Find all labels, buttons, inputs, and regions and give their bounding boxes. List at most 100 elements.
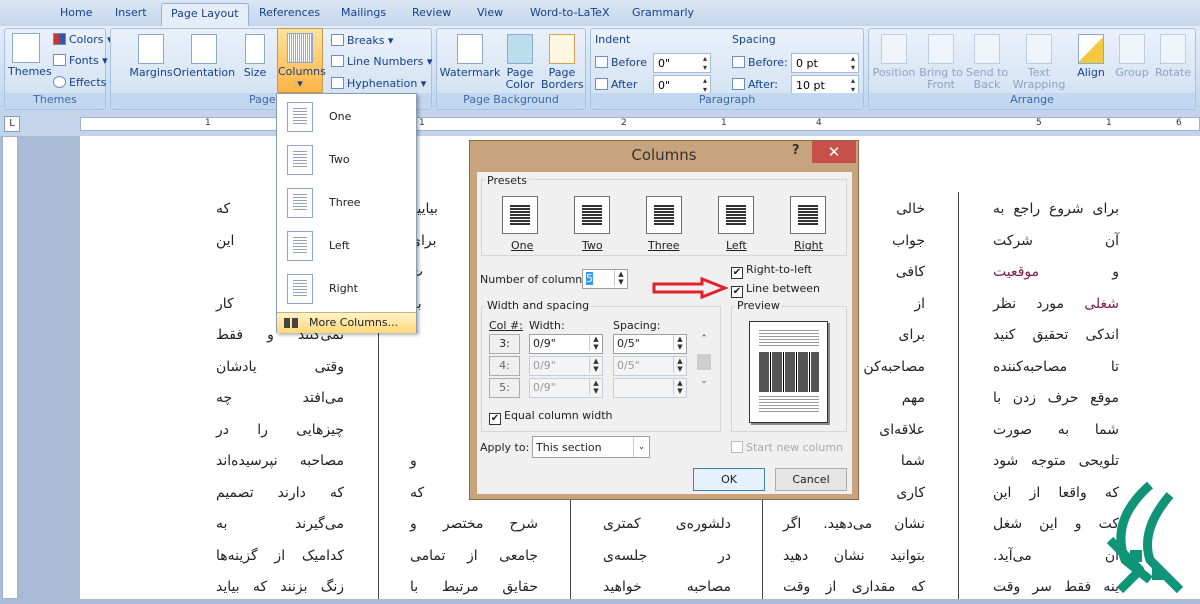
equal-column-width-checkbox[interactable]: ✔ Equal column width [489,409,613,425]
width-input[interactable]: 0/9" ▲ ▼ [529,356,603,376]
effects-button[interactable]: Effects ▾ [53,76,115,89]
rotate-button[interactable]: Rotate [1153,34,1193,79]
spinner-icon[interactable]: ▲ ▼ [589,379,602,395]
page-color-button[interactable]: Page Color [501,34,539,91]
tab-selector[interactable]: L [4,116,20,132]
menu-item-three[interactable]: Three [277,181,416,224]
ribbon-tabs: Home Insert Page Layout References Maili… [0,0,1200,26]
menu-item-two[interactable]: Two [277,138,416,181]
cancel-button[interactable]: Cancel [775,468,847,491]
tab-insert[interactable]: Insert [115,6,147,19]
spinner-icon[interactable]: ▲ ▼ [589,335,602,351]
horizontal-ruler[interactable]: 1 1 2 1 4 5 1 6 [80,117,1200,131]
ruler-mark: 1 [205,118,211,128]
send-to-back-button[interactable]: Send to Back [965,34,1009,91]
chevron-down-icon[interactable]: ⌄ [633,437,649,457]
text-line: جامعی از تمامی [410,547,538,564]
colors-icon [53,33,66,45]
breaks-button[interactable]: Breaks ▾ [331,34,393,47]
orientation-button[interactable]: Orientation [173,34,235,79]
page-borders-icon [549,34,575,64]
position-button[interactable]: Position [871,34,917,79]
tab-home[interactable]: Home [60,6,92,19]
columns-icon [284,318,298,328]
spinner-icon[interactable]: ▲ ▼ [614,270,627,286]
vertical-ruler[interactable] [2,136,18,599]
columns-button[interactable]: Columns ▾ [277,28,326,93]
text-wrapping-button[interactable]: Text Wrapping [1011,34,1067,91]
spacing-after-input[interactable]: 10 pt [791,75,859,95]
apply-to-select[interactable]: This section ⌄ [532,436,650,458]
line-numbers-button[interactable]: Line Numbers ▾ [331,55,432,68]
menu-item-left[interactable]: Left [277,224,416,267]
indent-after-input[interactable]: 0" [653,75,711,95]
spacing-input[interactable]: 0/5" ▲ ▼ [613,356,687,376]
watermark-button[interactable]: Watermark [439,34,501,79]
group-label: Arrange [869,93,1195,109]
group-button[interactable]: Group [1113,34,1151,79]
preset-two[interactable] [574,196,610,234]
size-button[interactable]: Size [239,34,271,79]
red-arrow-annotation [652,277,728,299]
help-button[interactable]: ? [792,143,800,158]
menu-item-one[interactable]: One [277,95,416,138]
preset-label: Three [648,239,680,252]
text-line: دلشوره‌ی کمتری [603,516,731,532]
width-input[interactable]: 0/9" ▲ ▼ [529,334,603,354]
more-columns-menu-item[interactable]: More Columns... [277,312,416,333]
colors-button[interactable]: Colors ▾ [53,33,112,46]
spacing-before-label: Before: [732,56,788,69]
ruler-mark: 6 [1176,118,1182,128]
size-icon [245,34,265,64]
ok-button[interactable]: OK [693,468,765,491]
menu-item-right[interactable]: Right [277,267,416,310]
spinner-icon[interactable]: ▲ ▼ [589,357,602,373]
breaks-icon [331,34,344,46]
indent-left-icon [595,56,608,68]
text-line: شما به صورت [993,421,1119,438]
preset-one[interactable] [502,196,538,234]
width-input[interactable]: 0/9" ▲ ▼ [529,378,603,398]
themes-button[interactable]: Themes [8,33,52,78]
bring-to-front-button[interactable]: Bring to Front [917,34,965,91]
page-borders-button[interactable]: Page Borders [541,34,584,91]
close-button[interactable]: ✕ [812,141,856,163]
tab-review[interactable]: Review [412,6,451,19]
checkmark-icon: ✔ [731,286,743,298]
tab-view[interactable]: View [477,6,503,19]
preset-right[interactable] [790,196,826,234]
tab-mailings[interactable]: Mailings [341,6,386,19]
spacing-before-input[interactable]: 0 pt [791,53,859,73]
left-column-icon [287,231,313,261]
right-column-icon [287,274,313,304]
number-of-columns-input[interactable]: 5 ▲ ▼ [582,269,628,289]
fonts-button[interactable]: Fonts ▾ [53,54,108,67]
text-line: موقع حرف زدن با [993,390,1119,406]
ruler-mark: 1 [419,118,425,128]
margins-button[interactable]: Margins [129,34,173,79]
indent-after-label: After [595,78,637,91]
right-to-left-checkbox[interactable]: ✔ Right-to-left [731,263,812,279]
spacing-input[interactable]: ▲ ▼ [613,378,687,398]
spinner-icon[interactable]: ▲ ▼ [673,357,686,373]
spinner-icon[interactable]: ▲ ▼ [673,335,686,351]
tab-grammarly[interactable]: Grammarly [632,6,694,19]
page-background-group: Watermark Page Color Page Borders Page Bac… [436,28,586,110]
preset-three[interactable] [646,196,682,234]
rows-scrollbar[interactable]: ⌃ ⌄ [697,334,711,398]
spinner-icon[interactable]: ▲ ▼ [673,379,686,395]
spacing-input[interactable]: 0/5" ▲ ▼ [613,334,687,354]
preset-left[interactable] [718,196,754,234]
ruler-mark: 1 [721,118,727,128]
preset-label: Right [794,239,823,252]
tab-references[interactable]: References [259,6,320,19]
line-between-checkbox[interactable]: ✔ Line between [731,282,820,298]
indent-label: Indent [595,33,631,46]
hyphenation-button[interactable]: Hyphenation ▾ [331,77,426,90]
indent-before-input[interactable]: 0" [653,53,711,73]
align-button[interactable]: Align [1071,34,1111,79]
start-new-column-checkbox[interactable]: Start new column [731,441,843,454]
text-line: مصاحبه نپرسیده‌اند [216,453,344,469]
tab-word-to-latex[interactable]: Word-to-LaTeX [530,6,609,19]
tab-page-layout[interactable]: Page Layout [161,3,249,26]
